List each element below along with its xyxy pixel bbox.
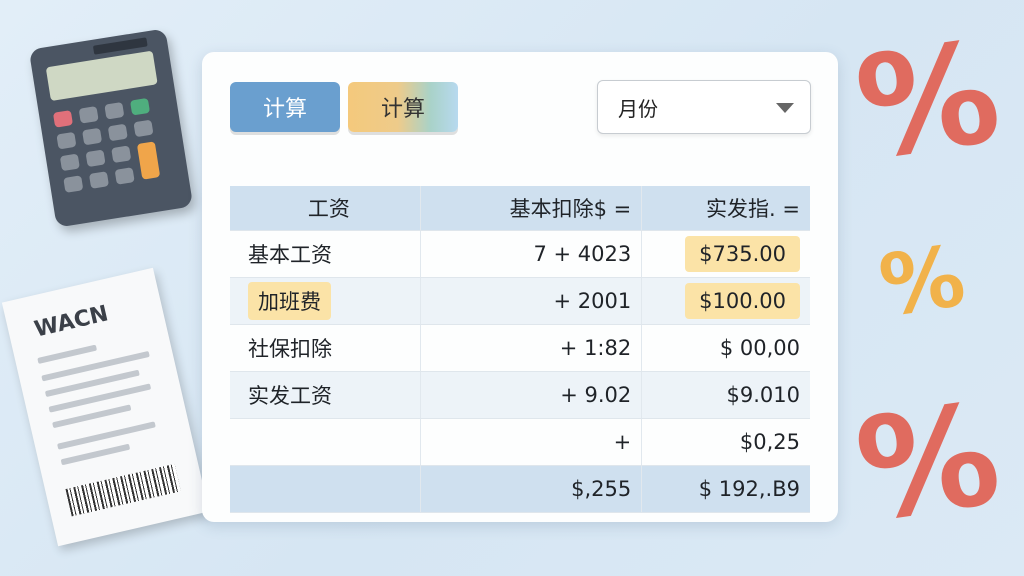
calculator-key-plus: [136, 141, 161, 180]
table-row[interactable]: + $0,25: [230, 418, 810, 466]
row-label: 实发工资: [248, 384, 332, 408]
net-cell: $ 00,00: [641, 324, 810, 372]
row-label-cell: [230, 418, 421, 466]
deduction-cell: +: [419, 418, 642, 466]
total-net-cell: $ 192,.B9: [641, 465, 810, 513]
calculator-key: [82, 127, 103, 146]
chevron-down-icon: [776, 103, 794, 113]
column-header: 基本扣除$ =: [419, 186, 642, 231]
barcode-icon: [65, 463, 181, 517]
receipt-line: [60, 443, 131, 466]
highlighted-value: $100.00: [685, 283, 800, 319]
row-label-cell: 加班费: [230, 277, 421, 325]
column-header: 工资: [230, 186, 421, 231]
calculator-key: [104, 101, 125, 120]
table-row[interactable]: 实发工资 + 9.02 $9.010: [230, 371, 810, 419]
deduction-cell: + 2001: [419, 277, 642, 325]
row-label: 社保扣除: [248, 337, 332, 361]
percent-icon: %: [847, 373, 1009, 554]
calculator-key: [56, 131, 77, 150]
row-label-cell: 基本工资: [230, 230, 421, 278]
deduction-cell: + 1:82: [419, 324, 642, 372]
calculate-button[interactable]: 计算: [230, 82, 340, 132]
calculator-key: [85, 149, 106, 168]
deduction-cell: 7 + 4023: [419, 230, 642, 278]
month-select[interactable]: 月份: [597, 80, 811, 134]
net-cell: $100.00: [641, 277, 810, 325]
calculator-key: [59, 153, 80, 172]
row-label-cell: 实发工资: [230, 371, 421, 419]
percent-icon: %: [873, 226, 971, 336]
table-row[interactable]: 社保扣除 + 1:82 $ 00,00: [230, 324, 810, 372]
calculator-key: [107, 123, 128, 142]
table-row[interactable]: 基本工资 7 + 4023 $735.00: [230, 230, 810, 278]
row-label: 基本工资: [248, 243, 332, 267]
percent-icon: %: [847, 11, 1009, 192]
calculator-key: [114, 167, 135, 185]
salary-calculator-card: 计算 计算 月份 工资 基本扣除$ = 实发指. = 基本工资 7 + 4023…: [202, 52, 838, 522]
calculator-key: [111, 145, 132, 164]
receipt-line: [37, 344, 98, 364]
calculator-key: [52, 110, 74, 128]
month-select-value: 月份: [618, 97, 658, 121]
receipt-title: WACN: [32, 301, 111, 343]
deduction-cell: + 9.02: [419, 371, 642, 419]
calculator-key: [133, 119, 154, 138]
receipt-line: [57, 421, 156, 450]
calculator-key: [63, 175, 84, 193]
calculator-key: [78, 106, 99, 124]
net-cell: $0,25: [641, 418, 810, 466]
total-label-cell: [230, 465, 421, 513]
table-row[interactable]: 加班费 + 2001 $100.00: [230, 277, 810, 325]
calculator-screen: [45, 50, 158, 102]
total-deduction-cell: $,255: [419, 465, 642, 513]
table-header-row: 工资 基本扣除$ = 实发指. =: [230, 186, 810, 231]
calculator-icon: [28, 28, 194, 228]
net-cell: $9.010: [641, 371, 810, 419]
row-label-cell: 社保扣除: [230, 324, 421, 372]
calculate-button-secondary[interactable]: 计算: [348, 82, 458, 132]
highlighted-label: 加班费: [248, 282, 331, 320]
table-total-row: $,255 $ 192,.B9: [230, 465, 810, 513]
salary-table: 工资 基本扣除$ = 实发指. = 基本工资 7 + 4023 $735.00 …: [230, 186, 810, 513]
calculator-key: [129, 97, 151, 116]
column-header: 实发指. =: [641, 186, 810, 231]
calculator-key: [88, 171, 110, 189]
net-cell: $735.00: [641, 230, 810, 278]
highlighted-value: $735.00: [685, 236, 800, 272]
